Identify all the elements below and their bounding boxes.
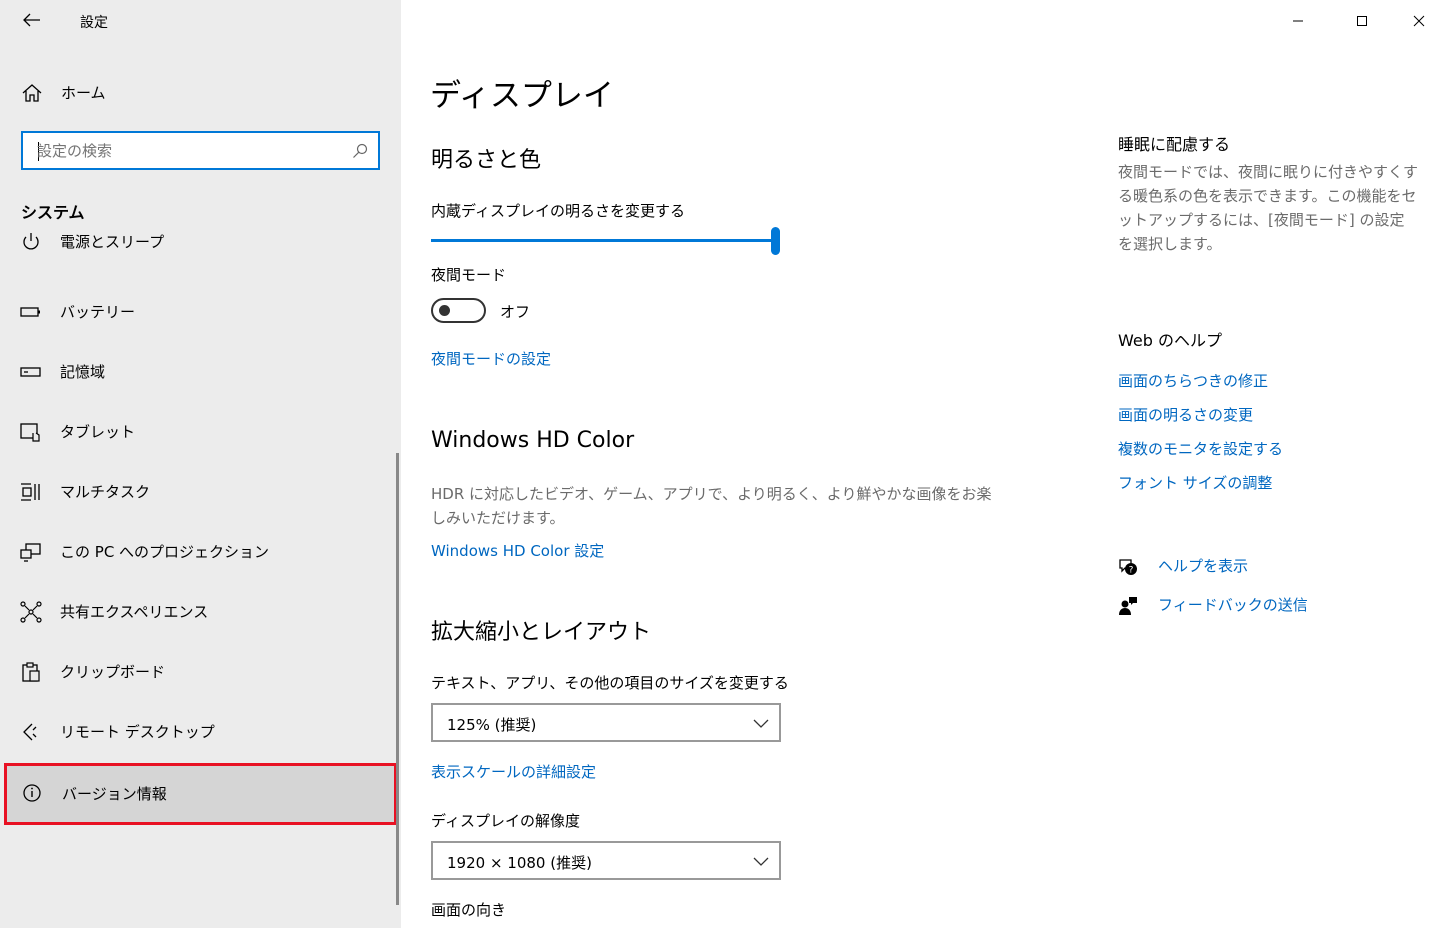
sidebar-item-label: マルチタスク [60,483,151,501]
sidebar-item-label: リモート デスクトップ [60,723,215,741]
maximize-button[interactable] [1347,8,1377,34]
night-mode-settings-link[interactable]: 夜間モードの設定 [431,348,551,369]
tablet-icon [20,423,40,442]
sidebar-item-remote-desktop[interactable]: リモート デスクトップ [0,702,400,762]
web-help-title: Web のヘルプ [1118,331,1222,350]
sidebar-item-shared-experience[interactable]: 共有エクスペリエンス [0,582,400,642]
main-content: ディスプレイ 明るさと色 内蔵ディスプレイの明るさを変更する 夜間モード オフ … [401,0,1449,928]
feedback-row[interactable]: フィードバックの送信 [1118,594,1308,618]
sidebar-item-battery[interactable]: バッテリー [0,282,400,342]
feedback-icon [1119,597,1137,615]
chevron-down-icon [753,857,769,866]
minimize-button[interactable] [1283,8,1313,34]
close-icon [1413,15,1425,27]
remote-desktop-icon [23,723,37,741]
sidebar-item-label: この PC へのプロジェクション [60,543,270,561]
sidebar-item-label: 電源とスリープ [60,233,165,251]
app-title: 設定 [80,15,108,31]
back-arrow-icon [23,13,40,27]
clipboard-icon [22,662,40,682]
web-help-link-flicker[interactable]: 画面のちらつきの修正 [1118,370,1268,391]
hdr-settings-link[interactable]: Windows HD Color 設定 [431,540,604,561]
sleep-description: 夜間モードでは、夜間に眠りに付きやすくする暖色系の色を表示できます。この機能をセ… [1118,163,1419,253]
scale-heading: 拡大縮小とレイアウト [431,620,652,645]
toggle-knob [439,305,450,316]
scale-dropdown-value: 125% (推奨) [447,716,537,734]
sidebar-item-label: クリップボード [60,663,166,681]
back-button[interactable] [20,8,44,32]
home-icon [22,84,42,102]
resolution-dropdown-value: 1920 × 1080 (推奨) [447,854,592,872]
sidebar-item-multitask[interactable]: マルチタスク [0,462,400,522]
night-mode-state: オフ [500,303,531,321]
maximize-icon [1357,16,1367,26]
search-input[interactable] [37,141,337,161]
home-label: ホーム [61,84,106,102]
storage-icon [20,367,41,377]
sidebar-item-label: タブレット [60,423,136,441]
sidebar-item-label: 記憶域 [60,363,106,381]
night-mode-label: 夜間モード [431,266,507,284]
chevron-down-icon [753,719,769,728]
search-icon[interactable] [352,143,368,159]
sidebar-scrollbar[interactable] [396,453,399,905]
advanced-scale-link[interactable]: 表示スケールの詳細設定 [431,761,596,782]
sidebar-item-label: バージョン情報 [62,785,167,803]
orientation-label: 画面の向き [431,901,507,919]
sidebar-item-label: バッテリー [60,303,136,321]
scale-dropdown[interactable]: 125% (推奨) [431,703,781,742]
home-nav-item[interactable]: ホーム [0,72,400,112]
hdr-heading: Windows HD Color [431,428,635,453]
section-title: システム [21,203,85,222]
sidebar: 設定 ホーム システム 電源とスリープ バッテリー 記憶域 タブレット マルチタ… [0,0,401,928]
sidebar-item-power[interactable]: 電源とスリープ [0,232,400,272]
projection-icon [20,543,41,562]
info-icon [23,784,41,802]
help-icon: ? [1119,559,1137,576]
svg-text:?: ? [1129,566,1134,576]
slider-track [431,239,775,242]
sleep-title: 睡眠に配慮する [1118,135,1231,154]
share-icon [20,601,42,623]
brightness-heading: 明るさと色 [431,148,542,173]
resolution-dropdown[interactable]: 1920 × 1080 (推奨) [431,841,781,880]
sidebar-item-clipboard[interactable]: クリップボード [0,642,400,702]
battery-icon [20,307,40,317]
sidebar-item-tablet[interactable]: タブレット [0,402,400,462]
brightness-slider-label: 内蔵ディスプレイの明るさを変更する [431,202,685,220]
web-help-link-font-size[interactable]: フォント サイズの調整 [1118,472,1272,493]
sidebar-item-label: 共有エクスペリエンス [60,603,209,621]
scale-size-label: テキスト、アプリ、その他の項目のサイズを変更する [431,674,789,692]
help-row[interactable]: ? ヘルプを表示 [1118,555,1248,579]
slider-thumb[interactable] [771,227,780,255]
sidebar-item-version-info[interactable]: バージョン情報 [4,763,397,825]
resolution-label: ディスプレイの解像度 [431,812,580,830]
brightness-slider[interactable] [431,226,783,256]
web-help-link-monitors[interactable]: 複数のモニタを設定する [1118,438,1283,459]
web-help-link-brightness[interactable]: 画面の明るさの変更 [1118,404,1253,425]
hdr-description: HDR に対応したビデオ、ゲーム、アプリで、より明るく、より鮮やかな画像をお楽し… [431,485,992,527]
minimize-icon [1293,20,1303,22]
help-link[interactable]: ヘルプを表示 [1158,557,1248,575]
feedback-link[interactable]: フィードバックの送信 [1158,596,1308,614]
sidebar-item-projection[interactable]: この PC へのプロジェクション [0,522,400,582]
multitask-icon [21,483,40,501]
search-box[interactable] [21,131,380,170]
night-mode-toggle[interactable] [431,298,486,323]
sidebar-item-storage[interactable]: 記憶域 [0,342,400,402]
page-title: ディスプレイ [430,78,614,114]
power-icon [23,233,39,250]
close-button[interactable] [1404,8,1434,34]
